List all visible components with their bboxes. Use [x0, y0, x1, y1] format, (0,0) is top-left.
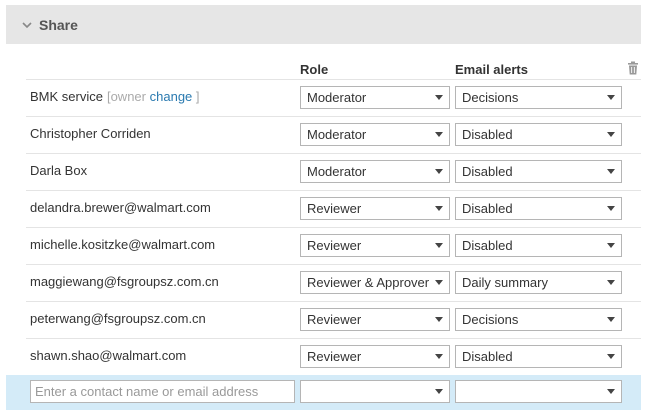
new-contact-alert-select[interactable] — [455, 380, 622, 403]
caret-down-icon — [435, 243, 443, 248]
caret-down-icon — [607, 95, 615, 100]
email-alert-select[interactable]: Disabled — [455, 345, 622, 368]
collaborator-row: shawn.shao@walmart.com Reviewer Disabled — [26, 338, 641, 375]
collaborator-row: maggiewang@fsgroupsz.com.cn Reviewer & A… — [26, 264, 641, 301]
collaborator-name: shawn.shao@walmart.com — [30, 348, 187, 363]
contact-input[interactable] — [30, 380, 295, 403]
collaborator-name: BMK service — [30, 89, 103, 104]
collaborator-row: Darla Box Moderator Disabled — [26, 153, 641, 190]
caret-down-icon — [607, 243, 615, 248]
caret-down-icon — [435, 354, 443, 359]
collaborator-row: delandra.brewer@walmart.com Reviewer Dis… — [26, 190, 641, 227]
caret-down-icon — [607, 206, 615, 211]
caret-down-icon — [435, 169, 443, 174]
collaborator-row: BMK service [owner change ] Moderator Dec… — [26, 79, 641, 116]
collaborator-name: michelle.kositzke@walmart.com — [30, 237, 216, 252]
collaborator-name: maggiewang@fsgroupsz.com.cn — [30, 274, 219, 289]
role-select[interactable]: Reviewer — [300, 197, 450, 220]
role-select[interactable]: Moderator — [300, 86, 450, 109]
caret-down-icon — [435, 95, 443, 100]
email-alert-select[interactable]: Disabled — [455, 234, 622, 257]
caret-down-icon — [435, 206, 443, 211]
email-alert-select[interactable]: Daily summary — [455, 271, 622, 294]
trash-icon[interactable] — [627, 61, 639, 75]
collaborator-row: peterwang@fsgroupsz.com.cn Reviewer Deci… — [26, 301, 641, 338]
email-alert-select[interactable]: Disabled — [455, 160, 622, 183]
role-select[interactable]: Moderator — [300, 160, 450, 183]
panel-title: Share — [39, 16, 78, 33]
add-contact-row — [6, 375, 641, 410]
collaborator-name: delandra.brewer@walmart.com — [30, 200, 211, 215]
collaborator-name: Darla Box — [30, 163, 88, 178]
role-select[interactable]: Reviewer — [300, 308, 450, 331]
owner-note: [owner change ] — [106, 89, 200, 104]
role-select[interactable]: Reviewer & Approver — [300, 271, 450, 294]
caret-down-icon — [435, 317, 443, 322]
caret-down-icon — [435, 389, 443, 394]
email-alerts-column-header: Email alerts — [455, 62, 528, 77]
caret-down-icon — [607, 132, 615, 137]
caret-down-icon — [607, 169, 615, 174]
caret-down-icon — [607, 389, 615, 394]
collaborator-name: Christopher Corriden — [30, 126, 151, 141]
collaborator-row: Christopher Corriden Moderator Disabled — [26, 116, 641, 153]
collaborator-row: michelle.kositzke@walmart.com Reviewer D… — [26, 227, 641, 264]
caret-down-icon — [607, 280, 615, 285]
role-select[interactable]: Reviewer — [300, 345, 450, 368]
collaborator-name: peterwang@fsgroupsz.com.cn — [30, 311, 206, 326]
new-contact-role-select[interactable] — [300, 380, 450, 403]
email-alert-select[interactable]: Disabled — [455, 197, 622, 220]
chevron-down-icon — [21, 19, 33, 31]
email-alert-select[interactable]: Disabled — [455, 123, 622, 146]
role-select[interactable]: Reviewer — [300, 234, 450, 257]
caret-down-icon — [435, 132, 443, 137]
share-panel-header[interactable]: Share — [6, 5, 641, 44]
email-alert-select[interactable]: Decisions — [455, 86, 622, 109]
email-alert-select[interactable]: Decisions — [455, 308, 622, 331]
caret-down-icon — [607, 354, 615, 359]
role-column-header: Role — [300, 62, 329, 77]
caret-down-icon — [435, 280, 443, 285]
change-owner-link[interactable]: change — [150, 89, 193, 104]
caret-down-icon — [607, 317, 615, 322]
role-select[interactable]: Moderator — [300, 123, 450, 146]
